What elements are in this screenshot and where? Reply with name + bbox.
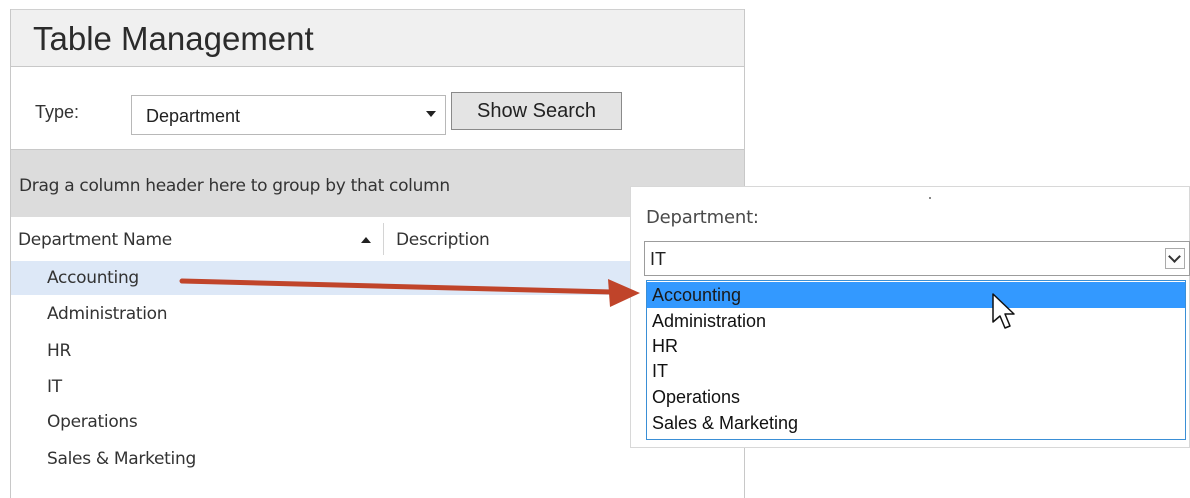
dot-mark — [929, 197, 931, 199]
dropdown-option-administration[interactable]: Administration — [647, 308, 1185, 334]
show-search-button[interactable]: Show Search — [451, 92, 622, 130]
chevron-down-icon — [1168, 250, 1181, 263]
row-label: IT — [47, 377, 62, 397]
panel-header: Table Management — [11, 9, 744, 67]
row-label: Operations — [47, 412, 138, 432]
mouse-pointer-icon — [992, 293, 1015, 329]
type-label: Type: — [35, 102, 80, 122]
triangle-down-icon[interactable] — [426, 111, 436, 117]
row-label: Accounting — [47, 268, 139, 288]
department-dropdown-list: Accounting Administration HR IT Operatio… — [646, 280, 1186, 440]
group-by-hint: Drag a column header here to group by th… — [19, 176, 450, 196]
column-header-department-name[interactable]: Department Name — [18, 230, 172, 250]
type-select-value: Department — [146, 106, 241, 126]
column-separator[interactable] — [383, 223, 384, 255]
column-header-description[interactable]: Description — [396, 230, 490, 250]
type-select[interactable]: Department — [131, 95, 446, 135]
dropdown-option-accounting[interactable]: Accounting — [647, 282, 1185, 308]
department-select-value: IT — [650, 249, 666, 269]
dropdown-option-it[interactable]: IT — [647, 358, 1185, 384]
row-label: Sales & Marketing — [47, 449, 196, 469]
row-label: Administration — [47, 304, 168, 324]
department-editor-popup: Department: IT Accounting Administration… — [630, 186, 1190, 448]
dropdown-option-hr[interactable]: HR — [647, 333, 1185, 359]
sort-ascending-icon[interactable] — [361, 237, 371, 243]
department-field-label: Department: — [646, 207, 759, 228]
department-select[interactable]: IT — [644, 241, 1190, 276]
dropdown-option-operations[interactable]: Operations — [647, 384, 1185, 410]
row-label: HR — [47, 341, 71, 361]
page-title: Table Management — [33, 20, 314, 57]
dropdown-option-sales-marketing[interactable]: Sales & Marketing — [647, 410, 1185, 436]
dropdown-button[interactable] — [1165, 248, 1185, 269]
